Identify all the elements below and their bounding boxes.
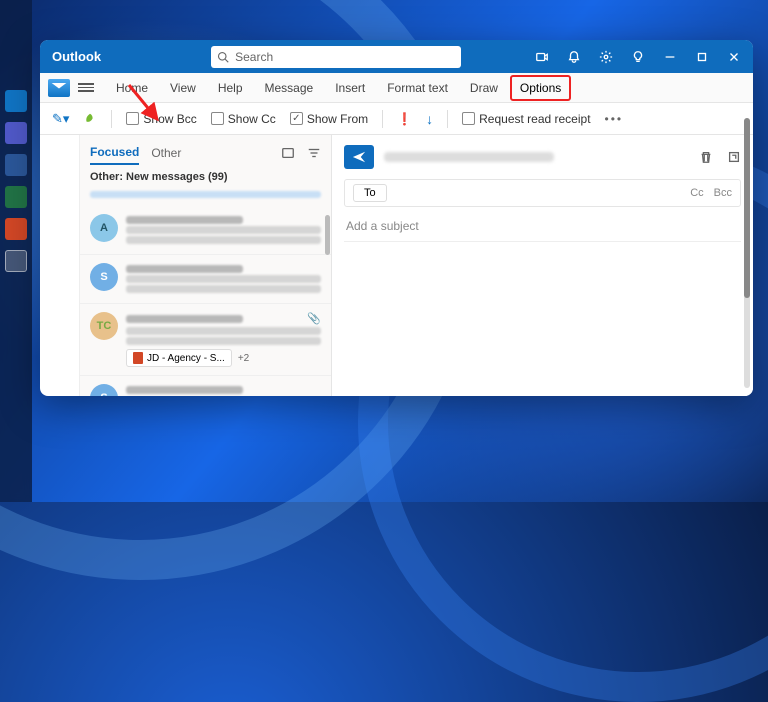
tab-message[interactable]: Message	[255, 75, 324, 101]
hamburger-menu[interactable]	[78, 83, 94, 92]
attachment-chip[interactable]: JD - Agency - S...	[126, 349, 232, 367]
show-bcc-label: Show Bcc	[143, 112, 196, 126]
minimize-button[interactable]	[657, 44, 683, 70]
list-item[interactable]: S	[80, 376, 331, 396]
avatar: S	[90, 263, 118, 291]
cc-button[interactable]: Cc	[690, 187, 703, 199]
more-attachments[interactable]: +2	[238, 353, 249, 364]
search-box[interactable]: Search	[211, 46, 461, 68]
tab-draw[interactable]: Draw	[460, 75, 508, 101]
other-messages-header[interactable]: Other: New messages (99)	[80, 165, 331, 189]
show-cc-label: Show Cc	[228, 112, 276, 126]
list-item[interactable]: A	[80, 206, 331, 255]
tab-format-text[interactable]: Format text	[377, 75, 458, 101]
bcc-button[interactable]: Bcc	[714, 187, 732, 199]
close-button[interactable]	[721, 44, 747, 70]
options-toolbar: ✎▾ Show Bcc Show Cc Show From ❗ ↓ Reques…	[40, 103, 753, 135]
avatar: TC	[90, 312, 118, 340]
filter-icon[interactable]	[307, 146, 321, 160]
attachment-name: JD - Agency - S...	[147, 353, 225, 364]
taskbar-word-icon[interactable]	[5, 154, 27, 176]
taskbar-excel-icon[interactable]	[5, 186, 27, 208]
subject-field[interactable]: Add a subject	[344, 211, 741, 242]
compose-pane: To Cc Bcc Add a subject	[332, 135, 753, 396]
taskbar-teams-icon[interactable]	[5, 122, 27, 144]
low-importance-icon[interactable]: ↓	[426, 111, 433, 127]
ribbon-tabs: Home View Help Message Insert Format tex…	[40, 73, 753, 103]
list-item[interactable]: S	[80, 255, 331, 304]
show-bcc-toggle[interactable]: Show Bcc	[126, 112, 196, 126]
to-field[interactable]: To Cc Bcc	[344, 179, 741, 207]
window-scrollbar-track[interactable]	[744, 118, 750, 388]
avatar: S	[90, 384, 118, 396]
list-scrollbar[interactable]	[325, 215, 330, 255]
discard-icon[interactable]	[699, 150, 713, 164]
settings-icon[interactable]	[593, 44, 619, 70]
nav-rail	[40, 135, 80, 396]
mail-icon[interactable]	[48, 79, 70, 97]
app-title: Outlook	[46, 49, 101, 64]
sensitivity-icon[interactable]	[83, 112, 97, 126]
popout-icon[interactable]	[727, 150, 741, 164]
high-importance-icon[interactable]: ❗	[397, 112, 412, 126]
message-list: A S TC 📎 JD - Agency - S... +2	[80, 206, 331, 396]
tab-insert[interactable]: Insert	[325, 75, 375, 101]
attachment-icon: 📎	[307, 312, 321, 325]
more-options[interactable]: •••	[605, 112, 624, 126]
meet-now-icon[interactable]	[529, 44, 555, 70]
show-from-label: Show From	[307, 112, 368, 126]
tab-home[interactable]: Home	[106, 75, 158, 101]
select-mode-icon[interactable]	[281, 146, 295, 160]
signature-icon[interactable]: ✎▾	[52, 111, 69, 127]
windows-taskbar	[0, 0, 32, 502]
message-list-pane: Focused Other Other: New messages (99) A…	[80, 135, 332, 396]
outlook-window: Outlook Search Home View Help Message In…	[40, 40, 753, 396]
taskbar-app-icon[interactable]	[5, 250, 27, 272]
read-receipt-label: Request read receipt	[479, 112, 590, 126]
tips-icon[interactable]	[625, 44, 651, 70]
taskbar-outlook-icon[interactable]	[5, 90, 27, 112]
avatar: A	[90, 214, 118, 242]
tab-view[interactable]: View	[160, 75, 206, 101]
taskbar-powerpoint-icon[interactable]	[5, 218, 27, 240]
pdf-icon	[133, 352, 143, 364]
show-from-toggle[interactable]: Show From	[290, 112, 368, 126]
tab-help[interactable]: Help	[208, 75, 253, 101]
search-icon	[217, 51, 229, 63]
list-item[interactable]: TC 📎 JD - Agency - S... +2	[80, 304, 331, 376]
to-button[interactable]: To	[353, 184, 387, 202]
from-address	[384, 152, 554, 162]
tab-options[interactable]: Options	[510, 75, 571, 101]
show-cc-toggle[interactable]: Show Cc	[211, 112, 276, 126]
window-scrollbar-thumb[interactable]	[744, 118, 750, 298]
inbox-tab-focused[interactable]: Focused	[90, 141, 139, 165]
maximize-button[interactable]	[689, 44, 715, 70]
inbox-tab-other[interactable]: Other	[151, 142, 181, 164]
search-placeholder: Search	[235, 50, 273, 64]
send-button[interactable]	[344, 145, 374, 169]
titlebar: Outlook Search	[40, 40, 753, 73]
notifications-icon[interactable]	[561, 44, 587, 70]
read-receipt-toggle[interactable]: Request read receipt	[462, 112, 590, 126]
